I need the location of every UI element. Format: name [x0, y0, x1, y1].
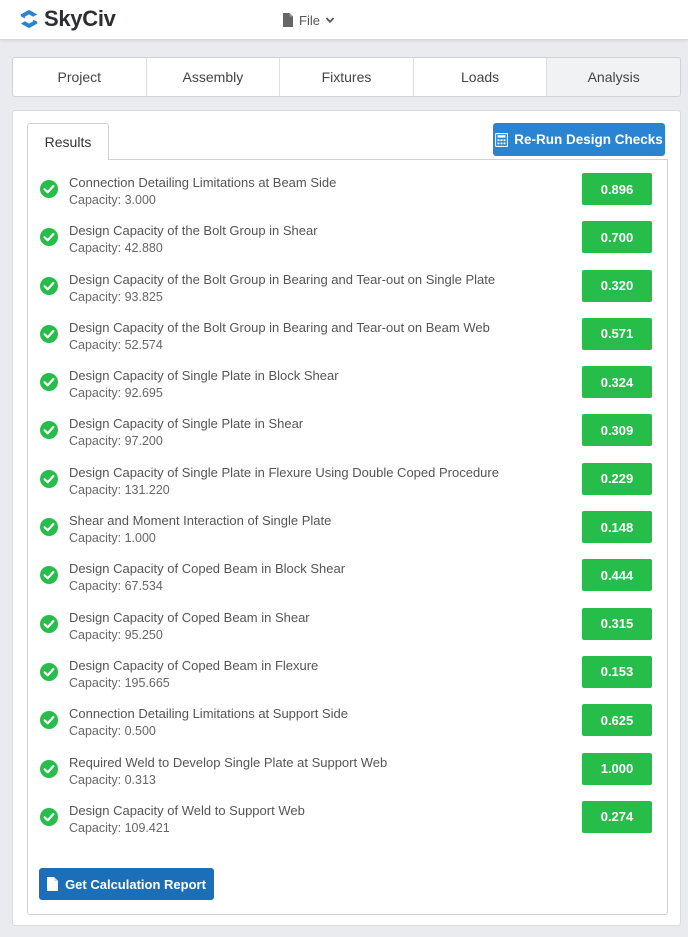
file-icon [283, 13, 293, 27]
design-check-row: Connection Detailing Limitations at Supp… [28, 701, 669, 749]
design-check-row: Design Capacity of the Bolt Group in Bea… [28, 267, 669, 315]
check-title: Design Capacity of Single Plate in Flexu… [69, 464, 499, 480]
check-title: Design Capacity of Single Plate in Block… [69, 368, 339, 384]
check-capacity: Capacity: 97.200 [69, 434, 163, 449]
design-check-row: Design Capacity of Coped Beam in Flexure… [28, 653, 669, 701]
check-circle-icon [40, 759, 58, 778]
design-check-row: Design Capacity of Weld to Support Web Ca… [28, 798, 669, 846]
design-check-row: Design Capacity of the Bolt Group in Bea… [28, 315, 669, 363]
design-check-row: Design Capacity of Coped Beam in Block S… [28, 556, 669, 604]
rerun-design-checks-button[interactable]: Re-Run Design Checks [493, 123, 665, 156]
check-circle-icon [40, 324, 58, 343]
analysis-panel: Results Re-Run Design Checks Connection … [12, 110, 681, 926]
utilization-ratio-badge[interactable]: 0.444 [582, 559, 652, 592]
check-title: Design Capacity of Coped Beam in Flexure [69, 657, 319, 673]
check-title: Design Capacity of Single Plate in Shear [69, 416, 304, 432]
check-circle-icon [40, 421, 58, 440]
results-list: Connection Detailing Limitations at Beam… [27, 159, 668, 915]
check-circle-icon [40, 228, 58, 247]
tab-assembly[interactable]: Assembly [147, 58, 281, 96]
design-check-row: Design Capacity of Single Plate in Flexu… [28, 460, 669, 508]
check-capacity: Capacity: 3.000 [69, 193, 156, 207]
skyciv-logo[interactable]: SkyCiv [18, 6, 116, 32]
utilization-ratio-badge[interactable]: 0.229 [582, 462, 652, 495]
skyciv-logo-icon [20, 9, 38, 29]
design-check-row: Shear and Moment Interaction of Single P… [28, 508, 669, 556]
check-capacity: Capacity: 131.220 [69, 482, 170, 497]
check-circle-icon [40, 807, 58, 826]
check-circle-icon [40, 373, 58, 392]
check-circle-icon [40, 518, 58, 537]
tab-project[interactable]: Project [13, 58, 147, 96]
utilization-ratio-badge[interactable]: 0.153 [582, 655, 652, 688]
calculator-icon [495, 132, 509, 147]
utilization-ratio-badge[interactable]: 0.625 [582, 704, 652, 737]
design-check-row: Required Weld to Develop Single Plate at… [28, 750, 669, 798]
check-title: Required Weld to Develop Single Plate at… [69, 754, 388, 770]
main-tabs: Project Assembly Fixtures Loads Analysis [12, 57, 681, 97]
design-check-row: Design Capacity of Coped Beam in Shear Ca… [28, 605, 669, 653]
check-capacity: Capacity: 52.574 [69, 337, 163, 352]
file-menu-label: File [299, 12, 320, 28]
check-title: Connection Detailing Limitations at Supp… [69, 706, 348, 722]
check-circle-icon [40, 711, 58, 730]
check-capacity: Capacity: 67.534 [69, 579, 163, 594]
tab-analysis[interactable]: Analysis [547, 58, 680, 96]
check-capacity: Capacity: 195.665 [69, 675, 170, 690]
check-capacity: Capacity: 0.313 [69, 772, 156, 787]
report-label: Get Calculation Report [65, 876, 206, 892]
utilization-ratio-badge[interactable]: 0.274 [582, 800, 652, 833]
utilization-ratio-badge[interactable]: 0.320 [582, 269, 652, 302]
design-check-row: Design Capacity of the Bolt Group in She… [28, 218, 669, 266]
design-check-row: Design Capacity of Single Plate in Shear… [28, 411, 669, 459]
check-capacity: Capacity: 42.880 [69, 241, 163, 256]
tab-results[interactable]: Results [27, 123, 109, 160]
design-check-row: Connection Detailing Limitations at Beam… [28, 170, 669, 218]
utilization-ratio-badge[interactable]: 0.309 [582, 414, 652, 447]
check-capacity: Capacity: 0.500 [69, 724, 156, 739]
check-circle-icon [40, 276, 58, 295]
check-title: Shear and Moment Interaction of Single P… [69, 513, 332, 529]
check-circle-icon [40, 566, 58, 585]
tab-fixtures[interactable]: Fixtures [280, 58, 414, 96]
top-bar: SkyCiv File [0, 0, 688, 40]
tab-loads[interactable]: Loads [414, 58, 548, 96]
check-title: Connection Detailing Limitations at Beam… [69, 175, 337, 190]
utilization-ratio-badge[interactable]: 0.896 [582, 173, 652, 205]
check-circle-icon [40, 614, 58, 633]
check-circle-icon [40, 180, 58, 198]
check-title: Design Capacity of the Bolt Group in Bea… [69, 319, 490, 335]
file-menu[interactable]: File [282, 11, 335, 29]
check-circle-icon [40, 469, 58, 488]
rerun-label: Re-Run Design Checks [514, 132, 663, 147]
utilization-ratio-badge[interactable]: 0.700 [582, 221, 652, 254]
chevron-down-icon [325, 17, 335, 24]
design-check-row: Design Capacity of Single Plate in Block… [28, 363, 669, 411]
check-title: Design Capacity of Weld to Support Web [69, 802, 305, 818]
utilization-ratio-badge[interactable]: 0.148 [582, 511, 652, 544]
brand-name: SkyCiv [44, 6, 116, 31]
check-capacity: Capacity: 95.250 [69, 627, 163, 642]
utilization-ratio-badge[interactable]: 0.571 [582, 317, 652, 350]
check-title: Design Capacity of Coped Beam in Shear [69, 609, 310, 625]
check-capacity: Capacity: 109.421 [69, 820, 170, 835]
check-circle-icon [40, 662, 58, 681]
design-check-list: Connection Detailing Limitations at Beam… [28, 170, 669, 846]
check-capacity: Capacity: 92.695 [69, 386, 163, 401]
check-title: Design Capacity of the Bolt Group in She… [69, 223, 318, 239]
get-calculation-report-button[interactable]: Get Calculation Report [39, 868, 214, 900]
check-title: Design Capacity of Coped Beam in Block S… [69, 561, 346, 577]
check-title: Design Capacity of the Bolt Group in Bea… [69, 271, 496, 287]
utilization-ratio-badge[interactable]: 1.000 [582, 752, 652, 785]
document-icon [47, 877, 59, 891]
utilization-ratio-badge[interactable]: 0.324 [582, 366, 652, 399]
utilization-ratio-badge[interactable]: 0.315 [582, 607, 652, 640]
check-capacity: Capacity: 93.825 [69, 289, 163, 304]
check-capacity: Capacity: 1.000 [69, 531, 156, 546]
